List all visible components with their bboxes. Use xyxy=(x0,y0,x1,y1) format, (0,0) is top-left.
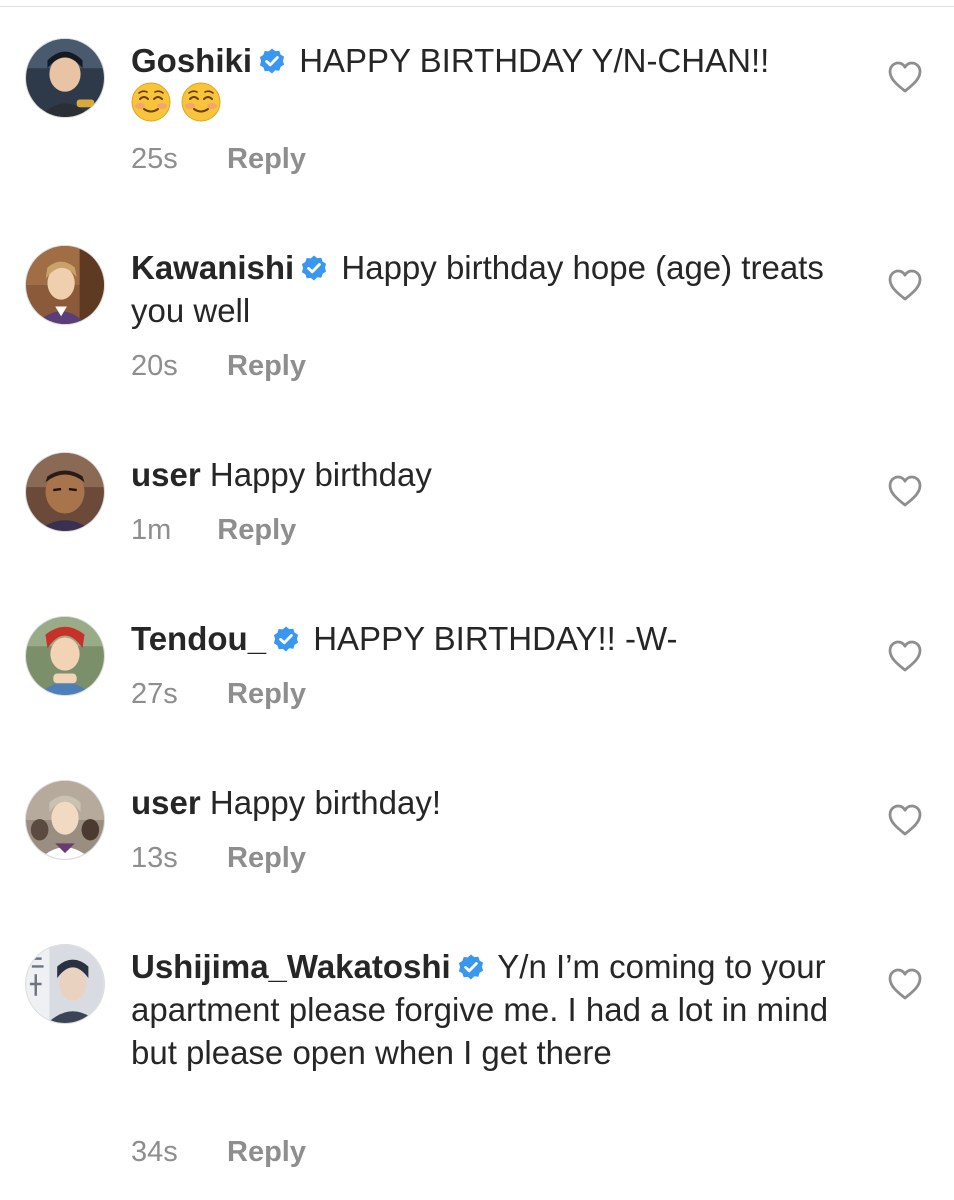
reply-button[interactable]: Reply xyxy=(217,514,296,546)
reply-button[interactable]: Reply xyxy=(227,678,306,710)
comment-body: user Happy birthday xyxy=(131,453,851,496)
avatar[interactable] xyxy=(25,780,105,860)
top-divider xyxy=(0,6,954,7)
comment-body: Ushijima_Wakatoshi Y/n I’m coming to you… xyxy=(131,945,841,1074)
heart-icon[interactable] xyxy=(887,60,923,94)
timestamp: 27s xyxy=(131,678,178,710)
heart-icon[interactable] xyxy=(887,474,923,508)
avatar-image xyxy=(26,781,104,859)
comment-body: Kawanishi Happy birthday hope (age) trea… xyxy=(131,246,851,332)
comment-meta: 1m Reply xyxy=(131,514,296,547)
avatar[interactable] xyxy=(25,616,105,696)
reply-button[interactable]: Reply xyxy=(227,143,306,175)
avatar-image xyxy=(26,246,104,324)
comment-text: HAPPY BIRTHDAY!! -W- xyxy=(313,620,678,657)
comment-text: Happy birthday xyxy=(209,456,432,493)
heart-icon[interactable] xyxy=(887,268,923,302)
comment-body: Tendou_ HAPPY BIRTHDAY!! -W- xyxy=(131,617,851,660)
comment-meta: 27s Reply xyxy=(131,678,306,711)
heart-icon[interactable] xyxy=(887,967,923,1001)
reply-button[interactable]: Reply xyxy=(227,350,306,382)
comment-meta: 20s Reply xyxy=(131,350,306,383)
username[interactable]: user xyxy=(131,784,201,821)
timestamp: 34s xyxy=(131,1136,178,1168)
comment-meta: 25s Reply xyxy=(131,143,306,176)
timestamp: 20s xyxy=(131,350,178,382)
smiling-face-icon xyxy=(131,82,171,122)
avatar-image xyxy=(26,617,104,695)
verified-badge-icon xyxy=(457,953,485,981)
smiling-face-icon xyxy=(181,82,221,122)
reply-button[interactable]: Reply xyxy=(227,1136,306,1168)
avatar[interactable] xyxy=(25,38,105,118)
username[interactable]: Tendou_ xyxy=(131,620,266,657)
timestamp: 13s xyxy=(131,842,178,874)
heart-icon[interactable] xyxy=(887,639,923,673)
reply-button[interactable]: Reply xyxy=(227,842,306,874)
comment-body: user Happy birthday! xyxy=(131,781,851,824)
verified-badge-icon xyxy=(300,254,328,282)
comment-text: Happy birthday! xyxy=(209,784,442,821)
avatar[interactable] xyxy=(25,245,105,325)
avatar[interactable] xyxy=(25,944,105,1024)
avatar-image xyxy=(26,945,104,1023)
timestamp: 25s xyxy=(131,143,178,175)
avatar-image xyxy=(26,453,104,531)
comment-body: Goshiki HAPPY BIRTHDAY Y/N-CHAN!! xyxy=(131,39,851,126)
timestamp: 1m xyxy=(131,514,172,546)
avatar[interactable] xyxy=(25,452,105,532)
avatar-image xyxy=(26,39,104,117)
comment-meta: 34s Reply xyxy=(131,1136,306,1169)
username[interactable]: Ushijima_Wakatoshi xyxy=(131,948,451,985)
heart-icon[interactable] xyxy=(887,803,923,837)
comment-meta: 13s Reply xyxy=(131,842,306,875)
username[interactable]: user xyxy=(131,456,201,493)
verified-badge-icon xyxy=(272,625,300,653)
username[interactable]: Kawanishi xyxy=(131,249,294,286)
comment-text: HAPPY BIRTHDAY Y/N-CHAN!! xyxy=(299,42,770,79)
username[interactable]: Goshiki xyxy=(131,42,252,79)
verified-badge-icon xyxy=(258,47,286,75)
